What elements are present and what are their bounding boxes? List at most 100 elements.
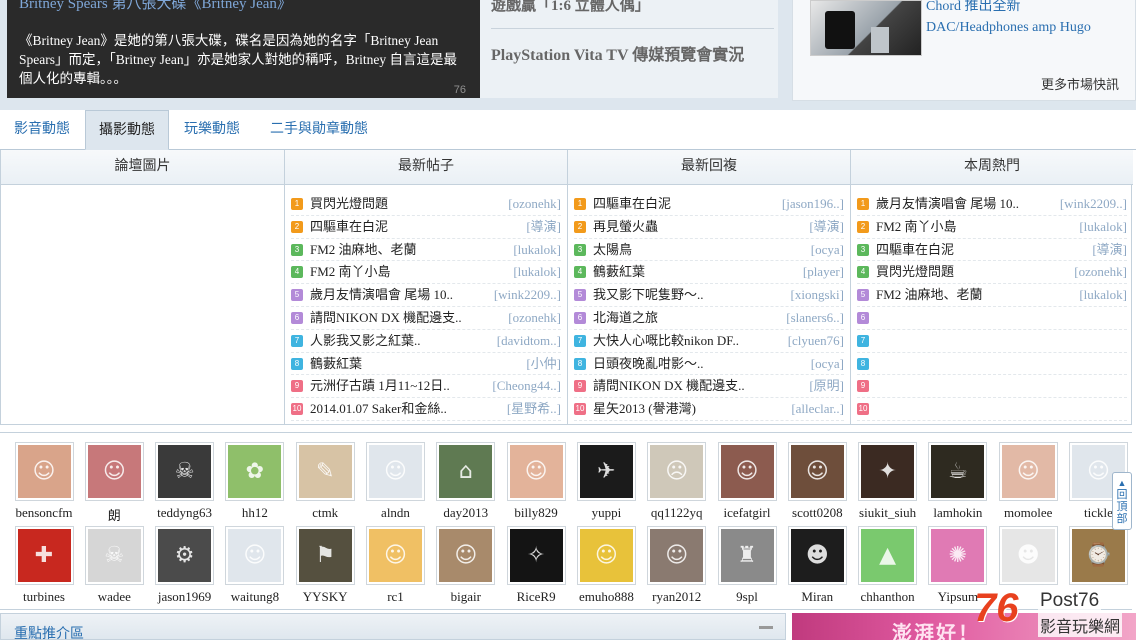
member-name-link[interactable]: lamhokin — [923, 505, 993, 521]
avatar[interactable]: ✧ — [506, 526, 566, 585]
member-name-link[interactable]: scott0208 — [782, 505, 852, 521]
member-avatar[interactable]: ⚙ jason1969 — [150, 526, 220, 605]
member-avatar[interactable]: ✿ hh12 — [220, 442, 290, 521]
avatar[interactable]: ☠ — [84, 526, 144, 585]
post-row[interactable]: 5 我又影下呢隻野～.. [xiongski] — [574, 284, 844, 307]
member-avatar[interactable]: ✦ siukit_siuh — [853, 442, 923, 521]
member-avatar[interactable]: ✚ turbines — [9, 526, 79, 605]
member-avatar[interactable]: ☺ ryan2012 — [642, 526, 712, 605]
member-avatar[interactable]: ☺ icefatgirl — [712, 442, 782, 521]
post-title-link[interactable]: FM2 南丫小島 — [876, 216, 957, 238]
member-avatar[interactable]: ♜ 9spl — [712, 526, 782, 605]
member-name-link[interactable]: icefatgirl — [712, 505, 782, 521]
post-title-link[interactable]: 請問NIKON DX 機配邊支.. — [593, 375, 745, 397]
member-name-link[interactable]: yuppi — [571, 505, 641, 521]
member-avatar[interactable]: ☠ wadee — [79, 526, 149, 605]
post-author-link[interactable]: [slaners6..] — [786, 307, 844, 329]
post-title-link[interactable]: 四驅車在白泥 — [310, 216, 388, 238]
post-author-link[interactable]: [ozonehk] — [508, 193, 561, 215]
post-row[interactable]: 2 四驅車在白泥 [導演] — [291, 216, 561, 239]
member-avatar[interactable]: ☻ Miran — [782, 526, 852, 605]
avatar[interactable]: ✚ — [14, 526, 74, 585]
post-author-link[interactable]: [ocya] — [811, 239, 844, 261]
site-logo[interactable]: 76 Post76 影音玩樂網 — [970, 586, 1130, 638]
avatar[interactable]: ☺ — [998, 442, 1058, 501]
member-name-link[interactable]: ryan2012 — [642, 589, 712, 605]
member-avatar[interactable]: ⌂ day2013 — [431, 442, 501, 521]
post-title-link[interactable]: 人影我又影之紅葉.. — [310, 330, 421, 352]
avatar[interactable]: ✈ — [576, 442, 636, 501]
post-row[interactable]: 1 四驅車在白泥 [jason196..] — [574, 193, 844, 216]
member-name-link[interactable]: teddyng63 — [150, 505, 220, 521]
post-author-link[interactable]: [Cheong44..] — [492, 375, 561, 397]
headline-link-2[interactable]: PlayStation Vita TV 傳媒預覽會實況 — [491, 41, 744, 65]
member-name-link[interactable]: siukit_siuh — [853, 505, 923, 521]
member-name-link[interactable]: qq1122yq — [642, 505, 712, 521]
post-author-link[interactable]: [wink2209..] — [494, 284, 561, 306]
post-author-link[interactable]: [player] — [803, 261, 844, 283]
member-avatar[interactable]: ✎ ctmk — [290, 442, 360, 521]
post-row[interactable]: 4 鶴藪紅葉 [player] — [574, 261, 844, 285]
post-title-link[interactable]: FM2 油麻地、老蘭 — [876, 284, 983, 306]
member-avatar[interactable]: ☺ bigair — [431, 526, 501, 605]
member-name-link[interactable]: turbines — [9, 589, 79, 605]
post-title-link[interactable]: 四驅車在白泥 — [876, 239, 954, 261]
member-name-link[interactable]: 9spl — [712, 589, 782, 605]
post-author-link[interactable]: [alleclar..] — [791, 398, 844, 420]
post-title-link[interactable]: FM2 油麻地、老蘭 — [310, 239, 417, 261]
post-author-link[interactable]: [lukalok] — [1079, 216, 1127, 238]
post-title-link[interactable]: 歲月友情演唱會 尾場 10.. — [876, 193, 1019, 215]
member-avatar[interactable]: ✈ yuppi — [571, 442, 641, 521]
tab-av[interactable]: 影音動態 — [0, 110, 84, 150]
member-avatar[interactable]: ⌚ — [1064, 526, 1134, 589]
member-avatar[interactable]: ✧ RiceR9 — [501, 526, 571, 605]
member-name-link[interactable]: billy829 — [501, 505, 571, 521]
post-author-link[interactable]: [ozonehk] — [508, 307, 561, 329]
member-name-link[interactable]: alndn — [361, 505, 431, 521]
post-row[interactable]: 7 大快人心嘅比較nikon DF.. [clyuen76] — [574, 330, 844, 353]
avatar[interactable]: ✦ — [858, 442, 918, 501]
avatar[interactable]: ☻ — [998, 526, 1058, 585]
avatar[interactable]: ☺ — [787, 442, 847, 501]
post-author-link[interactable]: [導演] — [526, 216, 561, 238]
member-name-link[interactable]: hh12 — [220, 505, 290, 521]
tab-fun[interactable]: 玩樂動態 — [170, 110, 254, 150]
post-row[interactable]: 3 太陽鳥 [ocya] — [574, 239, 844, 262]
post-row[interactable]: 10 星矢2013 (譽港灣) [alleclar..] — [574, 398, 844, 421]
more-market-news-link[interactable]: 更多市場快訊 — [1041, 74, 1119, 93]
post-row[interactable]: 6 請問NIKON DX 機配邊支.. [ozonehk] — [291, 307, 561, 330]
post-row[interactable]: 8 鶴藪紅葉 [小仲] — [291, 353, 561, 376]
post-author-link[interactable]: [星野希..] — [507, 398, 561, 420]
member-avatar[interactable]: ☺ rc1 — [361, 526, 431, 605]
post-row[interactable]: 4 買閃光燈問題 [ozonehk] — [857, 261, 1127, 285]
avatar[interactable]: ☺ — [576, 526, 636, 585]
post-row[interactable]: 7 人影我又影之紅葉.. [davidtom..] — [291, 330, 561, 353]
post-author-link[interactable]: [lukalok] — [513, 261, 561, 283]
post-title-link[interactable]: 鶴藪紅葉 — [310, 353, 362, 375]
avatar[interactable]: ✺ — [928, 526, 988, 585]
member-name-link[interactable]: rc1 — [361, 589, 431, 605]
avatar[interactable]: ☺ — [647, 526, 707, 585]
post-row[interactable]: 9 請問NIKON DX 機配邊支.. [原明] — [574, 375, 844, 399]
member-name-link[interactable]: emuho888 — [571, 589, 641, 605]
post-row[interactable]: 5 歲月友情演唱會 尾場 10.. [wink2209..] — [291, 284, 561, 307]
post-title-link[interactable]: 四驅車在白泥 — [593, 193, 671, 215]
avatar[interactable]: ⌂ — [436, 442, 496, 501]
member-name-link[interactable]: day2013 — [431, 505, 501, 521]
avatar[interactable]: ☠ — [155, 442, 215, 501]
post-row[interactable]: 3 四驅車在白泥 [導演] — [857, 239, 1127, 262]
member-avatar[interactable]: ☕ lamhokin — [923, 442, 993, 521]
post-title-link[interactable]: 元洲仔古蹟 1月11~12日.. — [310, 375, 450, 397]
member-name-link[interactable]: waitung8 — [220, 589, 290, 605]
post-author-link[interactable]: [小仲] — [526, 353, 561, 375]
post-row[interactable]: 2 再見螢火蟲 [導演] — [574, 216, 844, 239]
back-to-top-button[interactable]: ▲ 回頂部 — [1112, 472, 1132, 530]
member-avatar[interactable]: ▲ chhanthon — [853, 526, 923, 605]
post-title-link[interactable]: 星矢2013 (譽港灣) — [593, 398, 696, 420]
post-row[interactable]: 10 2014.01.07 Saker和金絲.. [星野希..] — [291, 398, 561, 421]
member-name-link[interactable]: wadee — [79, 589, 149, 605]
post-title-link[interactable]: 鶴藪紅葉 — [593, 261, 645, 283]
member-name-link[interactable]: ctmk — [290, 505, 360, 521]
post-row[interactable]: 9 元洲仔古蹟 1月11~12日.. [Cheong44..] — [291, 375, 561, 399]
post-author-link[interactable]: [jason196..] — [782, 193, 844, 215]
